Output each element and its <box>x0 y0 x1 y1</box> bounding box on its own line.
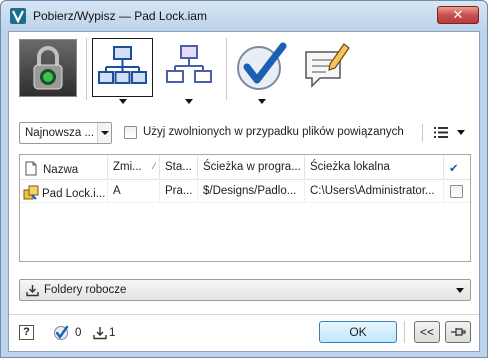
ok-button[interactable]: OK <box>319 321 397 343</box>
table-row[interactable]: Pad Lock.i... A Pra... $/Designs/Padlo..… <box>20 181 470 203</box>
column-header-change-label: Zmi... <box>113 161 142 173</box>
download-count-icon <box>93 327 107 340</box>
toolbar-separator <box>226 38 227 100</box>
list-view-dropdown-arrow[interactable] <box>457 130 465 135</box>
version-select[interactable]: Najnowsza ... <box>19 122 112 144</box>
include-parents-button[interactable] <box>159 38 219 97</box>
lock-status-button[interactable] <box>19 39 77 97</box>
cell-check <box>444 181 470 202</box>
comment-button[interactable] <box>302 40 352 92</box>
check-out-dropdown-arrow[interactable] <box>258 99 266 104</box>
toolbar-separator <box>422 124 423 142</box>
checkmark-icon: ✔ <box>449 163 459 175</box>
column-header-program-path[interactable]: Ścieżka w progra... <box>198 155 305 179</box>
version-select-value: Najnowsza ... <box>25 127 95 139</box>
files-grid: Nazwa Zmi... ⁄ Sta... Ścieżka w progra..… <box>19 154 471 262</box>
cell-name: Pad Lock.i... <box>20 181 108 202</box>
checkmark-circle-icon <box>237 42 287 90</box>
padlock-icon <box>33 46 63 90</box>
close-button[interactable]: ✕ <box>437 6 479 24</box>
help-button[interactable]: ? <box>19 325 34 340</box>
column-header-check[interactable]: ✔ <box>444 155 470 179</box>
column-header-state[interactable]: Sta... <box>160 155 198 179</box>
cell-state: Pra... <box>160 181 198 202</box>
column-header-local-path-label: Ścieżka lokalna <box>310 161 390 173</box>
use-released-checkbox[interactable] <box>124 126 137 139</box>
working-folders-dropdown[interactable]: Foldery robocze <box>19 279 471 301</box>
options-row: Najnowsza ... Użyj zwolnionych w przypad… <box>19 122 474 144</box>
checked-count-icon <box>54 325 69 340</box>
assembly-file-icon <box>23 185 39 200</box>
grid-header: Nazwa Zmi... ⁄ Sta... Ścieżka w progra..… <box>20 155 470 180</box>
status-bar: ? 0 1 OK << <box>9 314 479 351</box>
tree-structure-icon <box>98 46 147 84</box>
pin-button[interactable] <box>445 321 471 343</box>
chevron-down-icon[interactable] <box>97 123 111 143</box>
column-header-local-path[interactable]: Ścieżka lokalna <box>305 155 444 179</box>
list-view-icon[interactable] <box>434 126 448 139</box>
dialog-window: Pobierz/Wypisz — Pad Lock.iam ✕ Najnowsz… <box>0 0 488 358</box>
use-released-label[interactable]: Użyj zwolnionych w przypadku plików powi… <box>143 126 404 138</box>
cell-local-path: C:\Users\Administrator... <box>305 181 444 202</box>
chevron-down-icon <box>456 288 464 293</box>
toolbar <box>9 32 479 108</box>
column-header-program-path-label: Ścieżka w progra... <box>203 161 301 173</box>
collapse-button[interactable]: << <box>414 321 440 343</box>
dialog-client: Najnowsza ... Użyj zwolnionych w przypad… <box>8 31 480 352</box>
cell-change: A <box>108 181 160 202</box>
cell-program-path: $/Designs/Padlo... <box>198 181 305 202</box>
title-bar[interactable]: Pobierz/Wypisz — Pad Lock.iam ✕ <box>1 1 487 31</box>
toolbar-separator <box>86 38 87 100</box>
document-icon <box>25 161 37 176</box>
tree-structure-alt-icon <box>166 45 212 83</box>
include-children-button[interactable] <box>92 38 153 97</box>
status-separator <box>404 321 405 343</box>
column-header-name-label: Nazwa <box>43 164 79 176</box>
cell-name-text: Pad Lock.i... <box>42 188 106 200</box>
comment-pencil-icon <box>305 43 350 88</box>
working-folders-label: Foldery robocze <box>44 284 127 296</box>
window-title: Pobierz/Wypisz — Pad Lock.iam <box>33 9 207 23</box>
row-checkbox[interactable] <box>450 185 463 198</box>
download-count: 1 <box>109 327 116 339</box>
inventor-app-icon <box>10 8 26 24</box>
column-header-change[interactable]: Zmi... ⁄ <box>108 155 160 179</box>
column-header-name[interactable]: Nazwa <box>20 155 108 179</box>
include-parents-dropdown-arrow[interactable] <box>185 99 193 104</box>
include-children-dropdown-arrow[interactable] <box>119 99 127 104</box>
checked-count: 0 <box>75 327 82 339</box>
check-out-button[interactable] <box>233 38 291 97</box>
column-header-state-label: Sta... <box>165 161 192 173</box>
pin-icon <box>451 328 466 336</box>
sort-icon: ⁄ <box>153 161 155 171</box>
download-icon <box>26 285 39 297</box>
